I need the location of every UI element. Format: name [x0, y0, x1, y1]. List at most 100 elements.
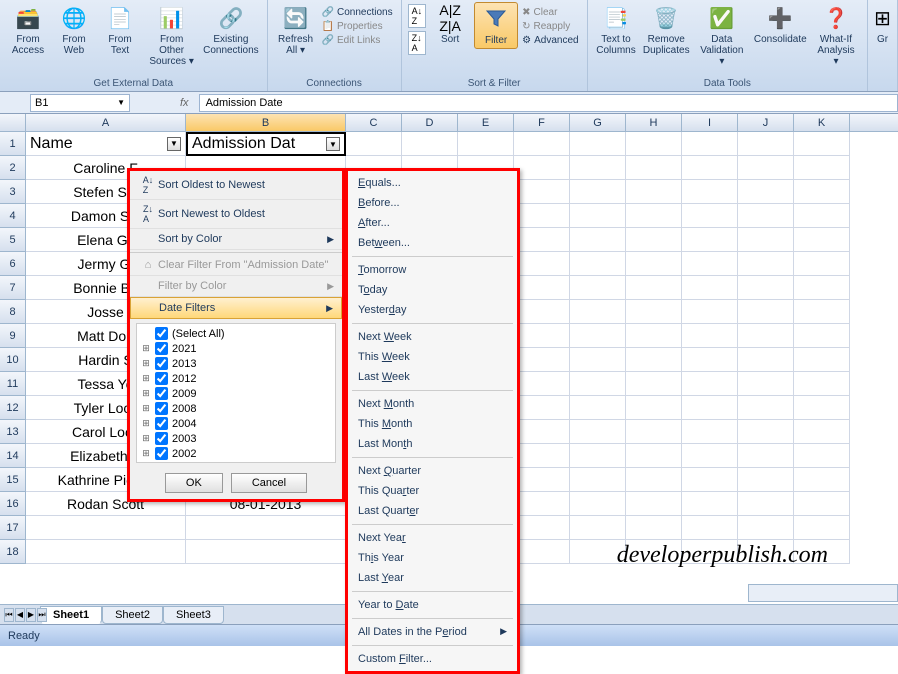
cell-I2[interactable]	[682, 156, 738, 180]
horizontal-scrollbar[interactable]	[748, 584, 898, 602]
cell-G8[interactable]	[570, 300, 626, 324]
row-header[interactable]: 10	[0, 348, 26, 372]
cell-J9[interactable]	[738, 324, 794, 348]
sort-oldest-item[interactable]: A↓ZSort Oldest to Newest	[130, 171, 342, 200]
cell-I5[interactable]	[682, 228, 738, 252]
column-header-J[interactable]: J	[738, 114, 794, 131]
cell-F5[interactable]	[514, 228, 570, 252]
cell-J8[interactable]	[738, 300, 794, 324]
cell-I13[interactable]	[682, 420, 738, 444]
data-tool-button-2[interactable]: ✅Data Validation ▾	[694, 2, 750, 69]
submenu-item[interactable]: Custom Filter...	[348, 649, 517, 669]
cell-I16[interactable]	[682, 492, 738, 516]
cell-I9[interactable]	[682, 324, 738, 348]
submenu-item[interactable]: Next Quarter	[348, 461, 517, 481]
cell-J10[interactable]	[738, 348, 794, 372]
cell-H9[interactable]	[626, 324, 682, 348]
cell-H16[interactable]	[626, 492, 682, 516]
cell-I17[interactable]	[682, 516, 738, 540]
cell-G3[interactable]	[570, 180, 626, 204]
sort-newest-item[interactable]: Z↓ASort Newest to Oldest	[130, 200, 342, 229]
filter-year-item[interactable]: ⊞2003	[139, 431, 333, 446]
data-tool-button-4[interactable]: ❓What-If Analysis ▾	[811, 2, 861, 69]
cell-I10[interactable]	[682, 348, 738, 372]
cell-G2[interactable]	[570, 156, 626, 180]
cell-K11[interactable]	[794, 372, 850, 396]
filter-year-item[interactable]: ⊞2004	[139, 416, 333, 431]
cell-I8[interactable]	[682, 300, 738, 324]
ok-button[interactable]: OK	[165, 473, 223, 493]
cell-K3[interactable]	[794, 180, 850, 204]
cell-B17[interactable]	[186, 516, 346, 540]
cell-J6[interactable]	[738, 252, 794, 276]
cell-F13[interactable]	[514, 420, 570, 444]
cell-K16[interactable]	[794, 492, 850, 516]
name-box[interactable]: B1▼	[30, 94, 130, 112]
cell-H13[interactable]	[626, 420, 682, 444]
cell-F16[interactable]	[514, 492, 570, 516]
cell-A17[interactable]	[26, 516, 186, 540]
submenu-item[interactable]: Next Year	[348, 528, 517, 548]
cell-K7[interactable]	[794, 276, 850, 300]
submenu-item[interactable]: Between...	[348, 233, 517, 253]
cell-J3[interactable]	[738, 180, 794, 204]
cell-B18[interactable]	[186, 540, 346, 564]
cell-F17[interactable]	[514, 516, 570, 540]
ext-data-button-1[interactable]: 🌐From Web	[52, 2, 96, 58]
submenu-item[interactable]: This Quarter	[348, 481, 517, 501]
cell-J16[interactable]	[738, 492, 794, 516]
cell-I3[interactable]	[682, 180, 738, 204]
row-header[interactable]: 4	[0, 204, 26, 228]
row-header[interactable]: 18	[0, 540, 26, 564]
cell-H2[interactable]	[626, 156, 682, 180]
filter-year-item[interactable]: ⊞2000	[139, 461, 333, 463]
cell-K10[interactable]	[794, 348, 850, 372]
cell-F7[interactable]	[514, 276, 570, 300]
cell-F14[interactable]	[514, 444, 570, 468]
cell-H10[interactable]	[626, 348, 682, 372]
submenu-item[interactable]: Today	[348, 280, 517, 300]
cell-I14[interactable]	[682, 444, 738, 468]
filter-values-list[interactable]: (Select All) ⊞2021⊞2013⊞2012⊞2009⊞2008⊞2…	[136, 323, 336, 463]
submenu-item[interactable]: Last Month	[348, 434, 517, 454]
refresh-all-button[interactable]: 🔄 Refresh All ▾	[274, 2, 318, 58]
column-header-D[interactable]: D	[402, 114, 458, 131]
submenu-item[interactable]: Last Quarter	[348, 501, 517, 521]
cell-J15[interactable]	[738, 468, 794, 492]
cell-H15[interactable]	[626, 468, 682, 492]
cell-J17[interactable]	[738, 516, 794, 540]
cell-J14[interactable]	[738, 444, 794, 468]
submenu-item[interactable]: Yesterday	[348, 300, 517, 320]
sheet-tab[interactable]: Sheet1	[40, 606, 102, 624]
clear-filter-button[interactable]: ✖Clear	[520, 6, 580, 19]
filter-button[interactable]: Filter	[474, 2, 518, 49]
cancel-button[interactable]: Cancel	[231, 473, 307, 493]
cell-G7[interactable]	[570, 276, 626, 300]
cell-J4[interactable]	[738, 204, 794, 228]
submenu-item[interactable]: After...	[348, 213, 517, 233]
submenu-item[interactable]: This Year	[348, 548, 517, 568]
cell-H6[interactable]	[626, 252, 682, 276]
row-header[interactable]: 1	[0, 132, 26, 156]
submenu-item[interactable]: Last Year	[348, 568, 517, 588]
column-header-A[interactable]: A	[26, 114, 186, 131]
cell-G11[interactable]	[570, 372, 626, 396]
cell-F1[interactable]	[514, 132, 570, 156]
cell-H5[interactable]	[626, 228, 682, 252]
cell-I6[interactable]	[682, 252, 738, 276]
date-filters-item[interactable]: Date Filters▶	[130, 297, 342, 319]
cell-H7[interactable]	[626, 276, 682, 300]
cell-H4[interactable]	[626, 204, 682, 228]
filter-year-item[interactable]: ⊞2008	[139, 401, 333, 416]
column-header-E[interactable]: E	[458, 114, 514, 131]
cell-F3[interactable]	[514, 180, 570, 204]
cell-J13[interactable]	[738, 420, 794, 444]
submenu-item[interactable]: This Week	[348, 347, 517, 367]
cell-J1[interactable]	[738, 132, 794, 156]
advanced-filter-button[interactable]: ⚙Advanced	[520, 34, 580, 47]
column-header-F[interactable]: F	[514, 114, 570, 131]
properties-button[interactable]: 📋Properties	[320, 20, 395, 33]
column-header-K[interactable]: K	[794, 114, 850, 131]
cell-F12[interactable]	[514, 396, 570, 420]
cell-F9[interactable]	[514, 324, 570, 348]
